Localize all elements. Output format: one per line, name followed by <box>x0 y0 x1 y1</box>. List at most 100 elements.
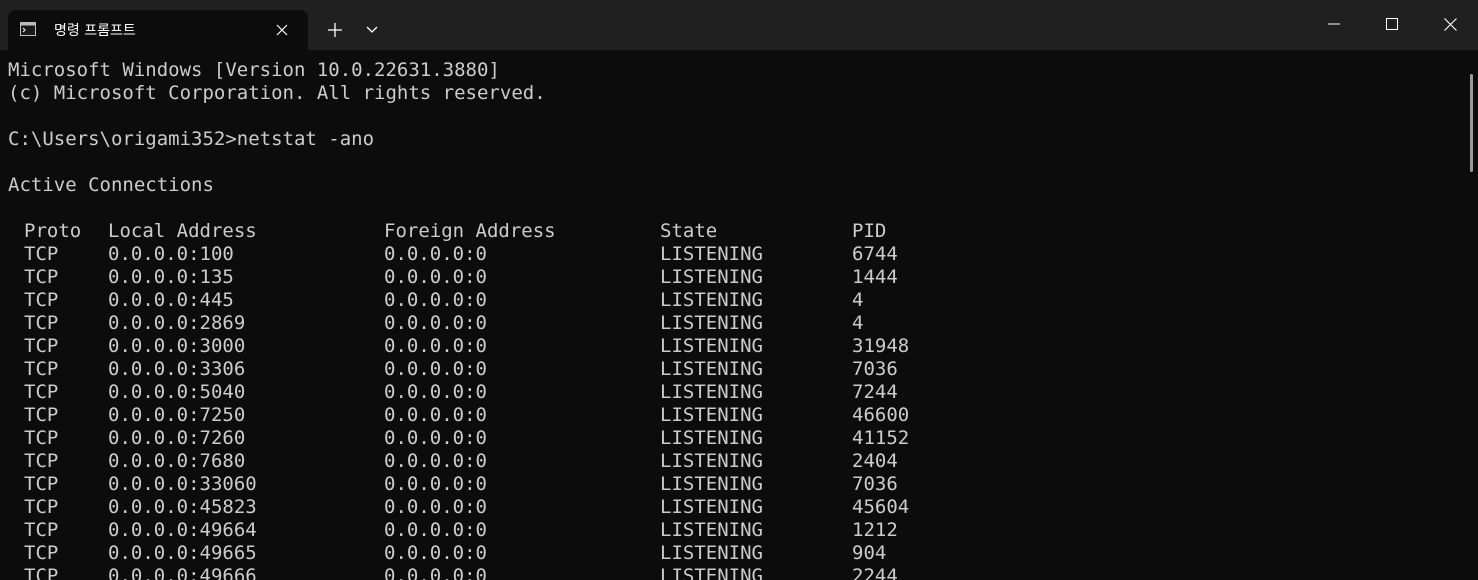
table-row-foreign-address: 0.0.0.0:0 <box>384 312 487 334</box>
table-row-state: LISTENING <box>660 243 763 265</box>
tab-command-prompt[interactable]: 명령 프롬프트 <box>8 10 308 50</box>
table-row-local-address: 0.0.0.0:49666 <box>108 565 257 580</box>
table-row-state: LISTENING <box>660 266 763 288</box>
terminal-output[interactable]: Microsoft Windows [Version 10.0.22631.38… <box>0 50 1466 580</box>
table-row-proto: TCP <box>24 289 59 311</box>
table-row-pid: 45604 <box>852 496 910 518</box>
tab-title: 명령 프롬프트 <box>54 23 136 39</box>
table-row-foreign-address: 0.0.0.0:0 <box>384 289 487 311</box>
table-row-proto: TCP <box>24 427 59 449</box>
table-row-local-address: 0.0.0.0:445 <box>108 289 234 311</box>
table-row-local-address: 0.0.0.0:7260 <box>108 427 246 449</box>
table-row-pid: 7244 <box>852 381 898 403</box>
table-row-proto: TCP <box>24 519 59 541</box>
table-row-foreign-address: 0.0.0.0:0 <box>384 427 487 449</box>
table-row-state: LISTENING <box>660 542 763 564</box>
close-icon[interactable] <box>272 20 292 40</box>
minimize-icon <box>1328 23 1340 25</box>
table-row-local-address: 0.0.0.0:7250 <box>108 404 246 426</box>
table-row-pid: 4 <box>852 289 864 311</box>
table-row-pid: 7036 <box>852 358 898 380</box>
chevron-down-icon <box>366 26 378 33</box>
table-row-local-address: 0.0.0.0:3000 <box>108 335 246 357</box>
table-row-proto: TCP <box>24 358 59 380</box>
table-row-proto: TCP <box>24 496 59 518</box>
scrollbar-thumb[interactable] <box>1470 74 1473 172</box>
table-row-pid: 41152 <box>852 427 910 449</box>
table-row-pid: 7036 <box>852 473 898 495</box>
table-row-proto: TCP <box>24 404 59 426</box>
table-row-state: LISTENING <box>660 473 763 495</box>
plus-icon <box>328 23 342 37</box>
table-row-local-address: 0.0.0.0:3306 <box>108 358 246 380</box>
table-row-foreign-address: 0.0.0.0:0 <box>384 404 487 426</box>
table-header-pid: PID <box>852 220 887 242</box>
table-row-state: LISTENING <box>660 427 763 449</box>
table-row-local-address: 0.0.0.0:135 <box>108 266 234 288</box>
table-header-proto: Proto <box>24 220 82 242</box>
table-row-proto: TCP <box>24 335 59 357</box>
table-row-local-address: 0.0.0.0:100 <box>108 243 234 265</box>
table-row-proto: TCP <box>24 450 59 472</box>
prompt-line: C:\Users\origami352>netstat -ano <box>8 128 375 150</box>
table-row-pid: 6744 <box>852 243 898 265</box>
table-row-state: LISTENING <box>660 312 763 334</box>
close-icon <box>1443 17 1457 31</box>
maximize-button[interactable] <box>1363 0 1421 48</box>
table-row-state: LISTENING <box>660 496 763 518</box>
terminal-icon <box>20 21 36 37</box>
table-row-state: LISTENING <box>660 565 763 580</box>
table-row-foreign-address: 0.0.0.0:0 <box>384 565 487 580</box>
tab-dropdown-button[interactable] <box>360 17 384 43</box>
table-header-local-address: Local Address <box>108 220 257 242</box>
table-row-foreign-address: 0.0.0.0:0 <box>384 450 487 472</box>
table-row-pid: 31948 <box>852 335 910 357</box>
table-row-local-address: 0.0.0.0:2869 <box>108 312 246 334</box>
title-bar[interactable]: 명령 프롬프트 <box>0 0 1478 50</box>
table-row-local-address: 0.0.0.0:49664 <box>108 519 257 541</box>
table-row-proto: TCP <box>24 565 59 580</box>
maximize-icon <box>1386 18 1398 30</box>
table-row-state: LISTENING <box>660 450 763 472</box>
banner-line-1: Microsoft Windows [Version 10.0.22631.38… <box>8 59 500 81</box>
table-row-pid: 46600 <box>852 404 910 426</box>
table-row-foreign-address: 0.0.0.0:0 <box>384 266 487 288</box>
banner-line-2: (c) Microsoft Corporation. All rights re… <box>8 82 546 104</box>
table-row-foreign-address: 0.0.0.0:0 <box>384 243 487 265</box>
table-row-proto: TCP <box>24 243 59 265</box>
table-row-local-address: 0.0.0.0:7680 <box>108 450 246 472</box>
table-row-pid: 2404 <box>852 450 898 472</box>
section-title: Active Connections <box>8 174 214 196</box>
table-row-proto: TCP <box>24 266 59 288</box>
table-row-state: LISTENING <box>660 519 763 541</box>
table-row-proto: TCP <box>24 542 59 564</box>
table-row-local-address: 0.0.0.0:45823 <box>108 496 257 518</box>
table-row-pid: 1444 <box>852 266 898 288</box>
table-row-foreign-address: 0.0.0.0:0 <box>384 381 487 403</box>
table-row-proto: TCP <box>24 473 59 495</box>
table-row-foreign-address: 0.0.0.0:0 <box>384 473 487 495</box>
table-header-foreign-address: Foreign Address <box>384 220 556 242</box>
table-row-foreign-address: 0.0.0.0:0 <box>384 496 487 518</box>
table-row-state: LISTENING <box>660 358 763 380</box>
scrollbar[interactable] <box>1466 50 1478 580</box>
table-row-state: LISTENING <box>660 289 763 311</box>
new-tab-button[interactable] <box>322 17 348 43</box>
table-row-pid: 2244 <box>852 565 898 580</box>
minimize-button[interactable] <box>1305 0 1363 48</box>
table-row-foreign-address: 0.0.0.0:0 <box>384 542 487 564</box>
table-row-foreign-address: 0.0.0.0:0 <box>384 358 487 380</box>
table-row-foreign-address: 0.0.0.0:0 <box>384 519 487 541</box>
window-close-button[interactable] <box>1421 0 1478 48</box>
table-row-state: LISTENING <box>660 381 763 403</box>
table-row-foreign-address: 0.0.0.0:0 <box>384 335 487 357</box>
table-row-state: LISTENING <box>660 335 763 357</box>
table-row-local-address: 0.0.0.0:5040 <box>108 381 246 403</box>
table-row-pid: 4 <box>852 312 864 334</box>
table-row-pid: 1212 <box>852 519 898 541</box>
table-row-proto: TCP <box>24 312 59 334</box>
table-row-local-address: 0.0.0.0:33060 <box>108 473 257 495</box>
table-row-local-address: 0.0.0.0:49665 <box>108 542 257 564</box>
table-header-state: State <box>660 220 718 242</box>
table-row-pid: 904 <box>852 542 887 564</box>
